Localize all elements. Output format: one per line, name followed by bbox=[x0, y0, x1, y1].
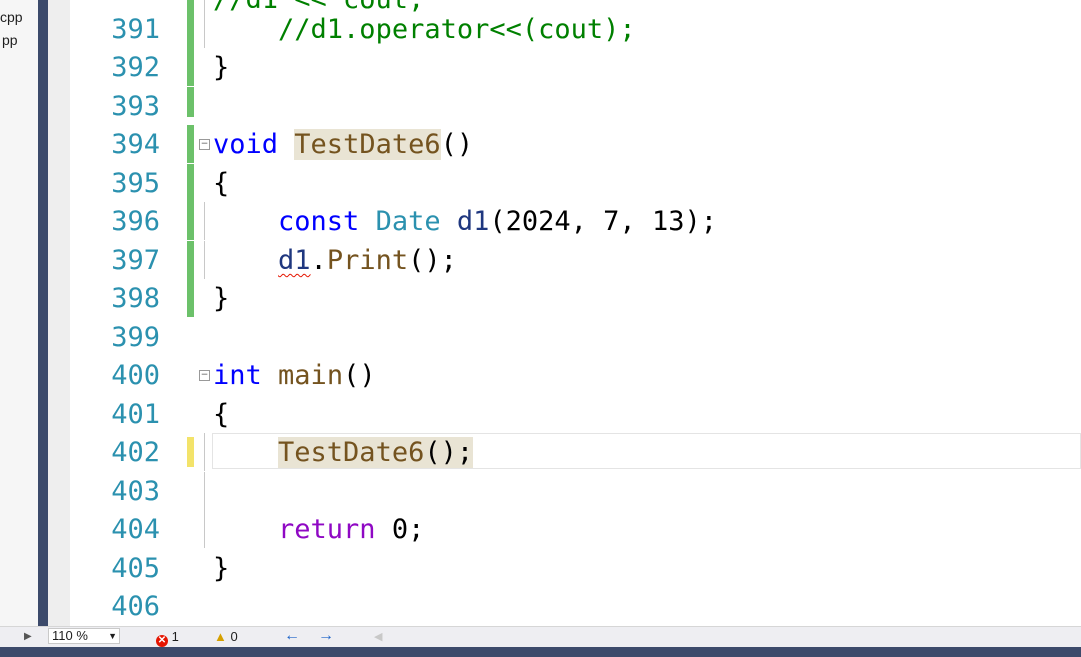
code-text: } bbox=[213, 553, 230, 584]
code-text: return 0; bbox=[278, 514, 425, 545]
line-number: 400 bbox=[111, 360, 160, 391]
line-number: 405 bbox=[111, 553, 160, 584]
code-text: } bbox=[213, 283, 230, 314]
zoom-level: 110 % bbox=[52, 628, 88, 643]
file-item[interactable]: cpp bbox=[0, 9, 23, 25]
warning-count: 0 bbox=[230, 629, 238, 644]
line-number: 396 bbox=[111, 206, 160, 237]
indent-guide bbox=[204, 433, 205, 471]
indent-guide bbox=[204, 202, 205, 240]
error-icon: ✕ bbox=[156, 635, 168, 647]
line-number: 404 bbox=[111, 514, 160, 545]
warning-icon: ▲ bbox=[214, 629, 227, 644]
code-line: 391 //d1.operator<<(cout); bbox=[70, 0, 1081, 48]
line-number: 391 bbox=[111, 14, 160, 45]
expand-arrow-icon[interactable]: ▶ bbox=[24, 631, 32, 642]
line-number: 395 bbox=[111, 168, 160, 199]
line-number: 398 bbox=[111, 283, 160, 314]
code-line: 406 bbox=[70, 587, 1081, 625]
indent-guide bbox=[204, 510, 205, 548]
code-line: 395 { bbox=[70, 164, 1081, 202]
editor-margin bbox=[48, 0, 70, 626]
file-item[interactable]: pp bbox=[2, 32, 18, 48]
line-number: 401 bbox=[111, 399, 160, 430]
warning-indicator[interactable]: ▲ 0 bbox=[214, 629, 238, 644]
collapse-toggle-icon[interactable]: − bbox=[199, 139, 210, 150]
line-number: 397 bbox=[111, 245, 160, 276]
code-line: 400 − int main() bbox=[70, 356, 1081, 394]
change-bar bbox=[187, 241, 194, 279]
solution-explorer-panel: cpp pp bbox=[0, 0, 38, 626]
code-line: 405 } bbox=[70, 549, 1081, 587]
line-number: 403 bbox=[111, 476, 160, 507]
indent-guide bbox=[204, 241, 205, 279]
change-bar bbox=[187, 0, 194, 48]
code-line: 398 } bbox=[70, 279, 1081, 317]
code-text: { bbox=[213, 168, 230, 199]
code-line: 403 bbox=[70, 472, 1081, 510]
window-bottom-border bbox=[0, 647, 1081, 657]
line-number: 392 bbox=[111, 52, 160, 83]
change-bar bbox=[187, 202, 194, 240]
code-text: { bbox=[213, 399, 230, 430]
zoom-dropdown[interactable]: 110 % ▼ bbox=[48, 628, 120, 644]
code-text: } bbox=[213, 52, 230, 83]
indent-guide bbox=[204, 472, 205, 510]
navigate-back-button[interactable]: ← bbox=[284, 627, 300, 645]
code-line: 392 } bbox=[70, 48, 1081, 86]
line-number: 394 bbox=[111, 129, 160, 160]
code-text: const Date d1(2024, 7, 13); bbox=[278, 206, 717, 237]
code-line: 401 { bbox=[70, 395, 1081, 433]
code-line: 397 d1.Print(); bbox=[70, 241, 1081, 279]
code-text: void TestDate6() bbox=[213, 129, 474, 160]
change-bar bbox=[187, 279, 194, 317]
error-indicator[interactable]: ✕ 1 bbox=[156, 629, 179, 647]
line-number: 402 bbox=[111, 437, 160, 468]
code-text: TestDate6(); bbox=[278, 437, 474, 468]
line-number: 406 bbox=[111, 591, 160, 622]
code-line: 404 return 0; bbox=[70, 510, 1081, 548]
change-bar bbox=[187, 164, 194, 202]
line-number: 399 bbox=[111, 322, 160, 353]
chevron-down-icon: ▼ bbox=[108, 631, 117, 641]
code-text: //d1.operator<<(cout); bbox=[278, 14, 636, 45]
code-line: 393 bbox=[70, 87, 1081, 125]
error-squiggle: d1 bbox=[278, 245, 311, 276]
change-bar bbox=[187, 437, 194, 467]
scroll-left-icon[interactable]: ◀ bbox=[374, 630, 382, 643]
collapse-toggle-icon[interactable]: − bbox=[199, 370, 210, 381]
change-bar bbox=[187, 87, 194, 117]
panel-splitter[interactable] bbox=[38, 0, 48, 626]
code-line: 396 const Date d1(2024, 7, 13); bbox=[70, 202, 1081, 240]
change-bar bbox=[187, 48, 194, 86]
code-line-current: 402 TestDate6(); bbox=[70, 433, 1081, 471]
code-text: d1.Print(); bbox=[278, 245, 457, 276]
code-text: int main() bbox=[213, 360, 376, 391]
code-editor[interactable]: //d1 << cout; 391 //d1.operator<<(cout);… bbox=[70, 0, 1081, 626]
code-line: 399 bbox=[70, 318, 1081, 356]
change-bar bbox=[187, 125, 194, 163]
code-line: 394 − void TestDate6() bbox=[70, 125, 1081, 163]
editor-status-bar: ▶ 110 % ▼ ✕ 1 ▲ 0 ← → ◀ bbox=[0, 626, 1081, 647]
navigate-forward-button[interactable]: → bbox=[318, 627, 334, 645]
error-count: 1 bbox=[171, 629, 179, 644]
indent-guide bbox=[204, 0, 205, 48]
line-number: 393 bbox=[111, 91, 160, 122]
